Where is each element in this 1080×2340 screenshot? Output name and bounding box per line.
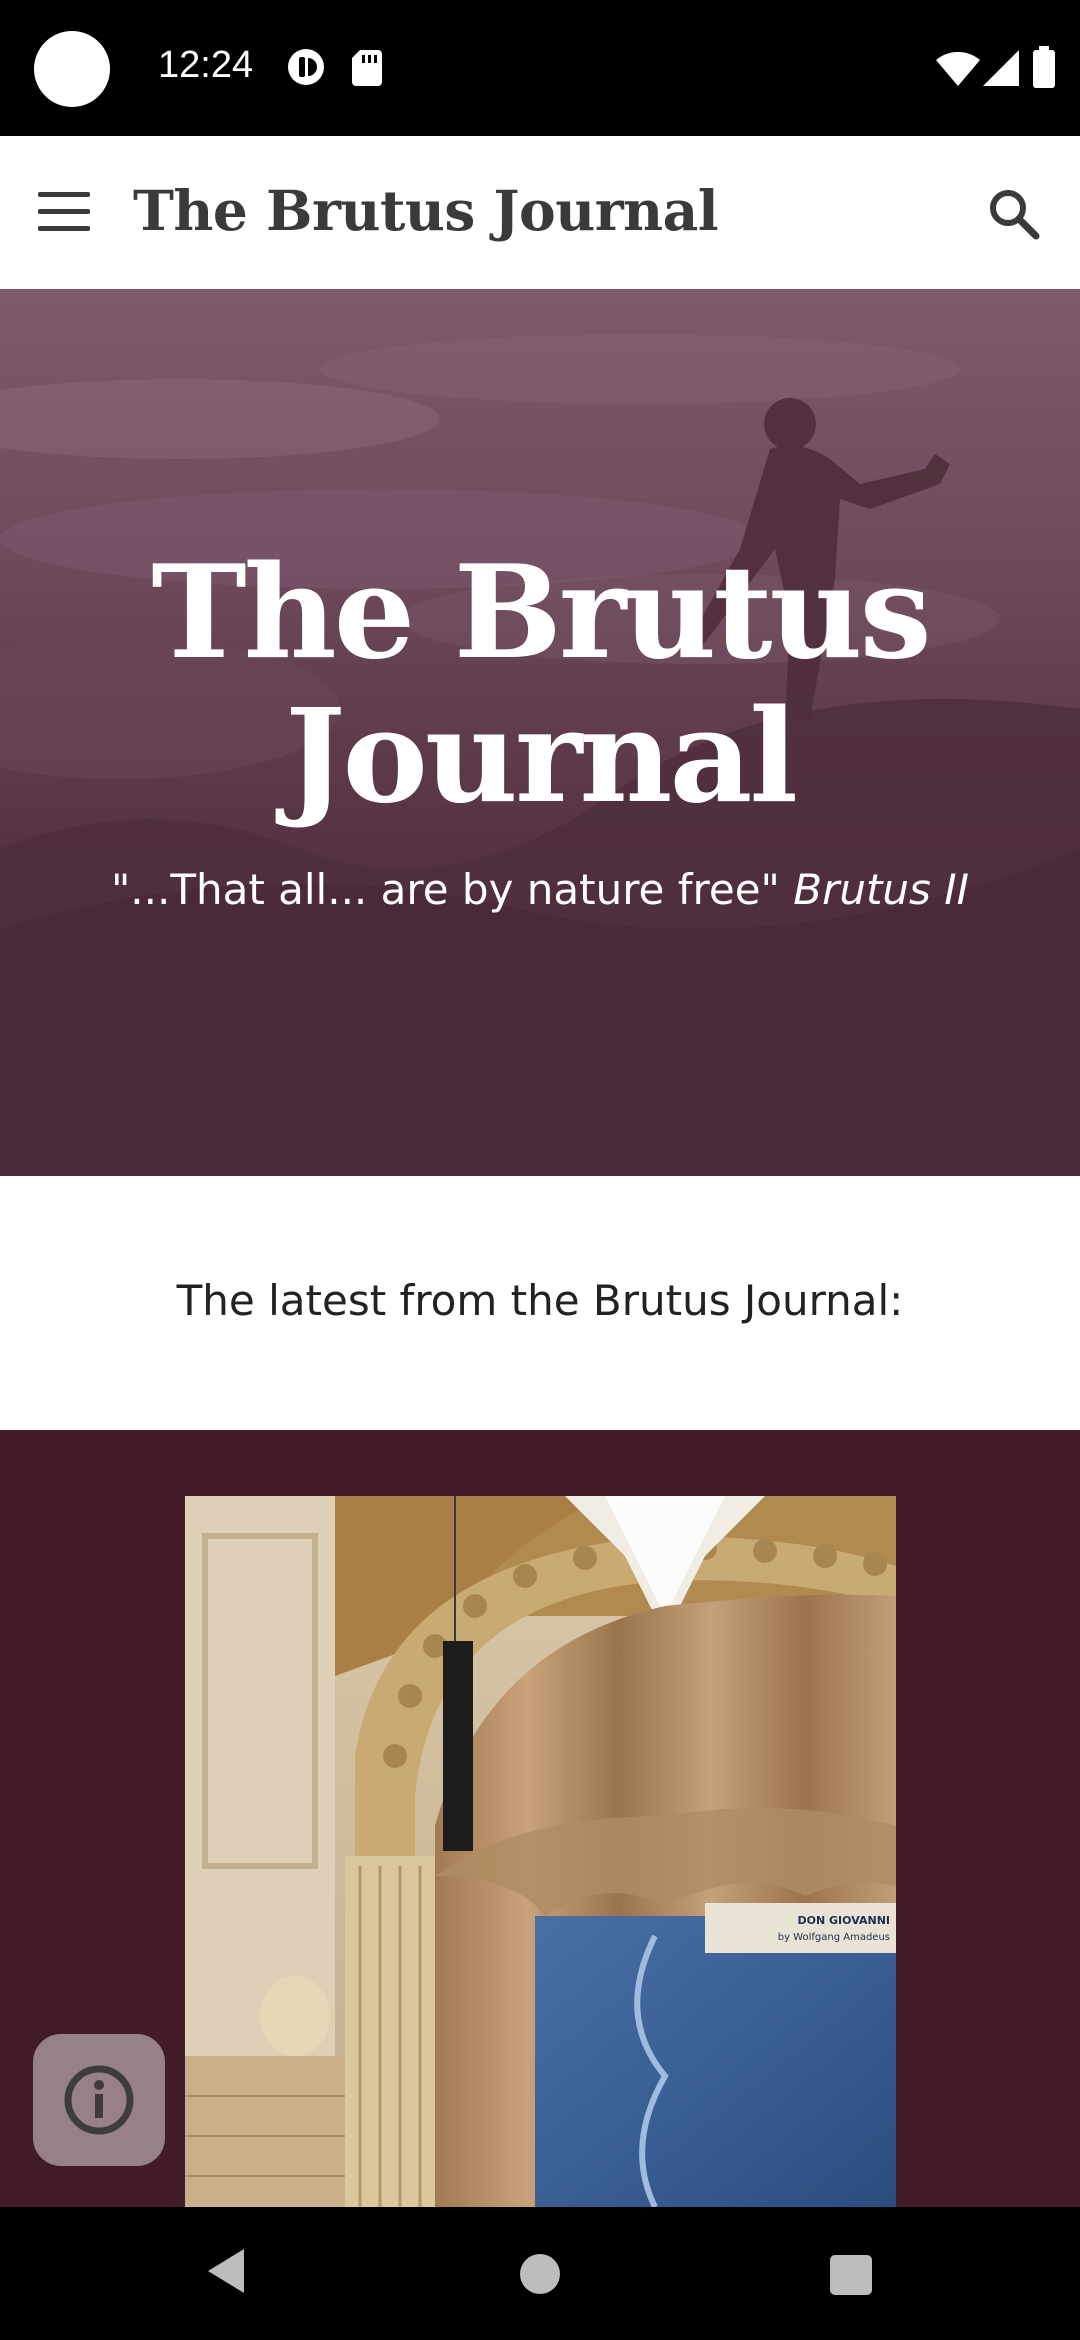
back-icon[interactable]: [204, 2247, 248, 2295]
info-button[interactable]: [33, 2034, 165, 2166]
info-icon: [64, 2065, 134, 2135]
wifi-icon: [936, 52, 980, 86]
home-icon[interactable]: [520, 2254, 560, 2294]
hamburger-menu-icon[interactable]: [38, 192, 90, 234]
search-icon[interactable]: [986, 186, 1042, 242]
notification-icon: [288, 49, 324, 85]
recent-apps-icon[interactable]: [830, 2255, 872, 2295]
web-page: The Brutus Journal The Brutus Journal ".…: [0, 136, 1080, 2207]
post-featured-image[interactable]: DON GIOVANNI by Wolfgang Amadeus: [185, 1496, 896, 2207]
latest-section: The latest from the Brutus Journal:: [0, 1176, 1080, 1430]
stage-sign-title: DON GIOVANNI: [798, 1914, 890, 1927]
battery-icon: [1033, 46, 1055, 88]
camera-cutout: [34, 31, 110, 107]
system-navigation-bar: [0, 2207, 1080, 2340]
site-title[interactable]: The Brutus Journal: [133, 178, 719, 243]
latest-heading: The latest from the Brutus Journal:: [176, 1276, 904, 1325]
site-header: The Brutus Journal: [0, 136, 1080, 289]
signal-icon: [983, 50, 1019, 86]
quote-source: Brutus II: [793, 865, 970, 914]
sd-card-icon: [352, 50, 382, 86]
status-time: 12:24: [158, 44, 254, 86]
stage-sign-subtitle: by Wolfgang Amadeus: [778, 1932, 890, 1943]
hero-banner: The Brutus Journal "...That all... are b…: [0, 289, 1080, 1176]
status-bar: 12:24: [0, 0, 1080, 136]
quote-text: "...That all... are by nature free": [110, 865, 780, 914]
hero-title: The Brutus Journal: [151, 538, 931, 832]
hero-quote: "...That all... are by nature free" Brut…: [0, 865, 1080, 914]
